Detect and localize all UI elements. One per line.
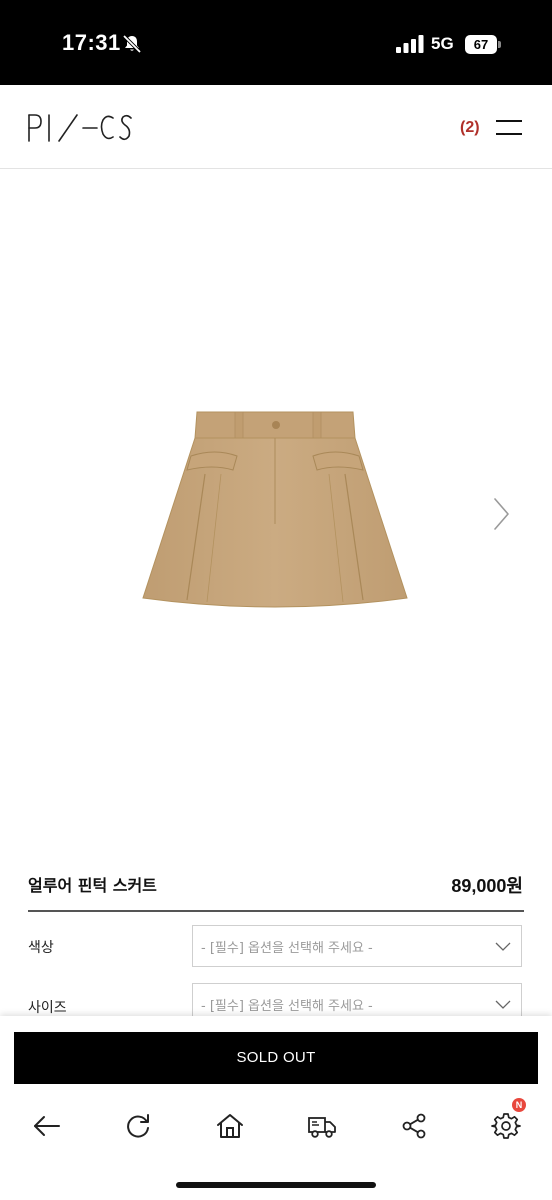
- info-divider: [28, 910, 524, 912]
- home-indicator: [176, 1182, 376, 1188]
- product-name: 얼루어 핀턱 스커트: [28, 876, 157, 895]
- settings-button[interactable]: N: [484, 1098, 528, 1148]
- settings-badge: N: [512, 1098, 526, 1112]
- product-gallery[interactable]: [0, 169, 552, 859]
- settings-icon: [491, 1113, 521, 1139]
- color-select-placeholder: - [필수] 옵션을 선택해 주세요 -: [201, 941, 373, 956]
- back-arrow-icon: [34, 1116, 60, 1136]
- bottom-bar: SOLD OUT N: [0, 1016, 552, 1200]
- home-button[interactable]: [208, 1104, 252, 1148]
- chevron-down-icon: [495, 942, 511, 951]
- battery-tip: [498, 41, 501, 48]
- option-label-color: 색상: [28, 940, 54, 956]
- network-type: 5G: [431, 34, 454, 53]
- signal-icon: [396, 35, 424, 53]
- color-select[interactable]: - [필수] 옵션을 선택해 주세요 -: [192, 925, 522, 967]
- battery-level: 67: [465, 35, 497, 54]
- brand-logo[interactable]: [27, 112, 135, 144]
- back-button[interactable]: [24, 1104, 68, 1148]
- cart-count[interactable]: (2): [460, 119, 480, 137]
- product-image: [142, 411, 408, 608]
- sold-out-button[interactable]: SOLD OUT: [14, 1032, 538, 1084]
- chevron-right-icon[interactable]: [488, 496, 514, 532]
- option-label-size: 사이즈: [28, 1000, 67, 1016]
- refresh-button[interactable]: [116, 1104, 160, 1148]
- battery-icon: 67: [465, 35, 501, 54]
- product-page: 17:31 5G 67 (2) 얼루어 핀턱 스커트 89,000원 색상 - …: [0, 0, 552, 1200]
- refresh-icon: [127, 1114, 149, 1138]
- status-time: 17:31: [62, 30, 121, 55]
- share-button[interactable]: [392, 1104, 436, 1148]
- browser-toolbar: N: [0, 1098, 552, 1148]
- share-icon: [402, 1113, 426, 1139]
- bell-slash-icon: [122, 34, 142, 54]
- size-select-placeholder: - [필수] 옵션을 선택해 주세요 -: [201, 999, 373, 1014]
- product-price: 89,000원: [451, 876, 523, 896]
- home-icon: [217, 1114, 243, 1138]
- site-header: (2): [0, 85, 552, 169]
- status-bar: 17:31 5G 67: [0, 0, 552, 85]
- menu-icon[interactable]: [496, 120, 522, 136]
- delivery-truck-icon: [308, 1117, 336, 1138]
- chevron-down-icon: [495, 1000, 511, 1009]
- delivery-button[interactable]: [300, 1104, 344, 1148]
